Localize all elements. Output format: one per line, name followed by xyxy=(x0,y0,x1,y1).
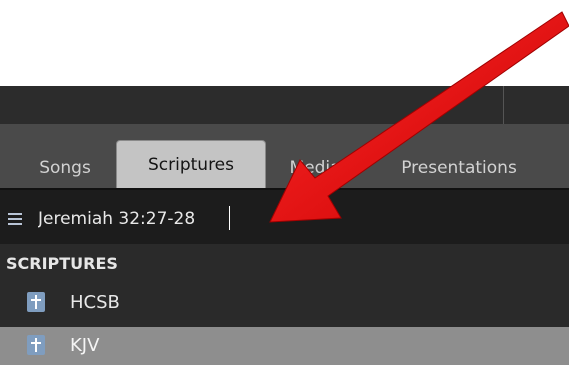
menu-icon[interactable] xyxy=(8,213,22,225)
bible-icon xyxy=(27,335,45,355)
list-item-label: HCSB xyxy=(70,292,120,313)
tab-scriptures[interactable]: Scriptures xyxy=(116,140,266,188)
scripture-list: SCRIPTURES HCSB KJV xyxy=(0,244,569,365)
tab-presentations[interactable]: Presentations xyxy=(376,148,542,188)
tab-songs[interactable]: Songs xyxy=(22,148,108,188)
section-header: SCRIPTURES xyxy=(6,254,118,273)
tab-media[interactable]: Media xyxy=(272,148,358,188)
list-item-hcsb[interactable]: HCSB xyxy=(0,284,569,322)
list-item-label: KJV xyxy=(70,335,100,356)
list-item-kjv[interactable]: KJV xyxy=(0,327,569,365)
top-toolbar xyxy=(0,86,569,125)
toolbar-divider xyxy=(503,86,504,124)
search-row xyxy=(0,188,569,246)
scripture-search-input[interactable] xyxy=(38,206,538,232)
text-caret xyxy=(229,206,230,230)
bible-icon xyxy=(27,292,45,312)
tab-bar: Songs Scriptures Media Presentations xyxy=(0,124,569,188)
